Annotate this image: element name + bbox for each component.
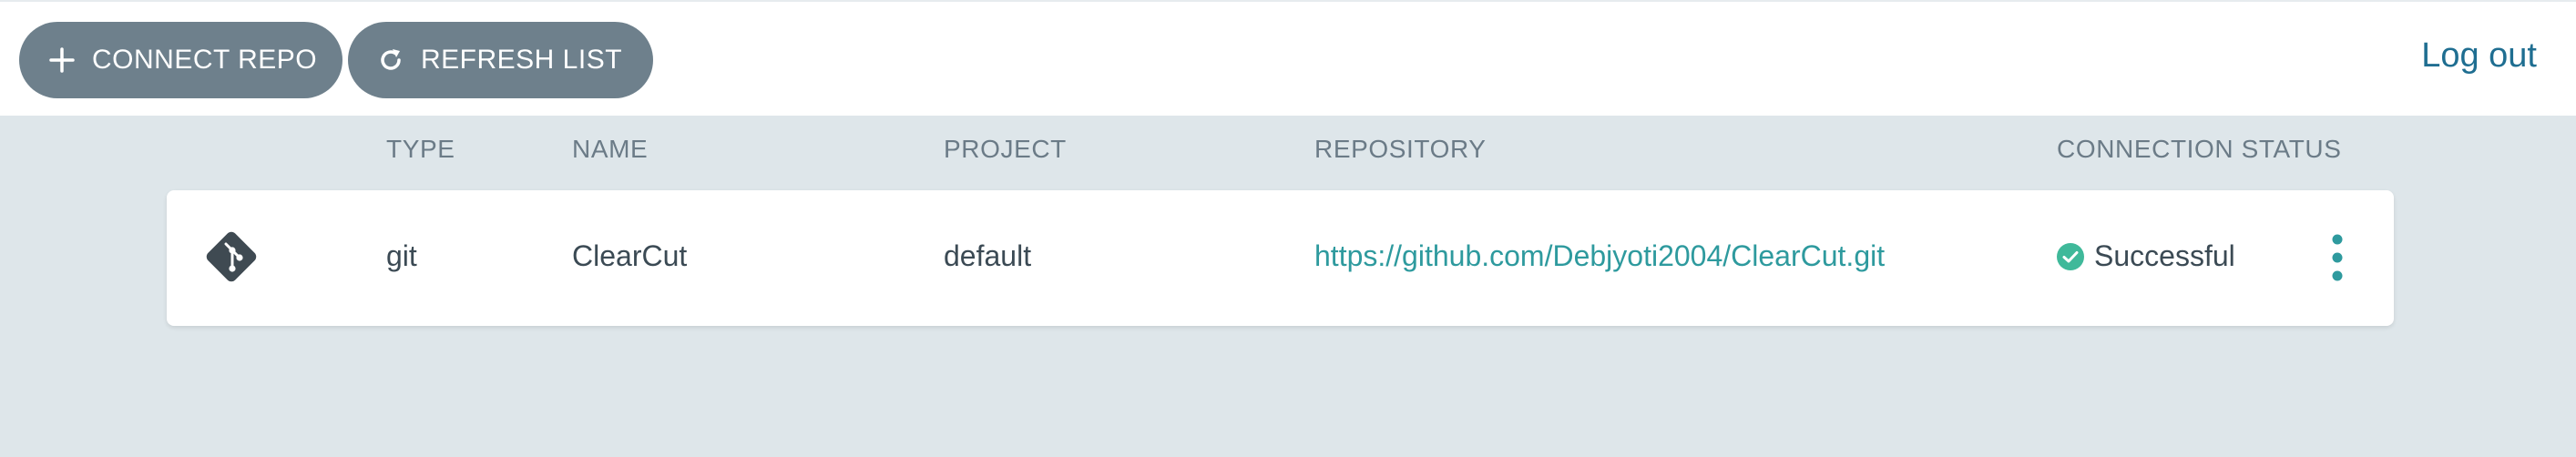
top-toolbar: CONNECT REPO REFRESH LIST Log out bbox=[0, 0, 2576, 116]
more-options-icon[interactable] bbox=[2326, 232, 2348, 283]
plus-icon bbox=[46, 45, 77, 76]
column-header-type: TYPE bbox=[386, 135, 455, 163]
refresh-list-button[interactable]: REFRESH LIST bbox=[348, 22, 653, 98]
refresh-list-label: REFRESH LIST bbox=[421, 45, 623, 75]
connect-repo-button[interactable]: CONNECT REPO bbox=[19, 22, 342, 98]
row-repository-link[interactable]: https://github.com/Debjyoti2004/ClearCut… bbox=[1314, 239, 1885, 273]
refresh-icon bbox=[375, 45, 406, 76]
check-circle-icon bbox=[2056, 242, 2085, 271]
repository-row[interactable]: git ClearCut default https://github.com/… bbox=[167, 190, 2394, 326]
row-status-label: Successful bbox=[2094, 239, 2235, 272]
row-project: default bbox=[944, 239, 1032, 272]
column-header-name: NAME bbox=[572, 135, 649, 163]
column-header-project: PROJECT bbox=[944, 135, 1067, 163]
git-icon bbox=[201, 227, 261, 287]
logout-link[interactable]: Log out bbox=[2421, 36, 2537, 76]
row-connection-status: Successful bbox=[2056, 239, 2235, 273]
connect-repo-label: CONNECT REPO bbox=[92, 45, 318, 75]
row-name: ClearCut bbox=[572, 239, 688, 272]
column-header-repository: REPOSITORY bbox=[1314, 135, 1487, 163]
column-header-connection-status: CONNECTION STATUS bbox=[2057, 135, 2342, 163]
row-type: git bbox=[386, 239, 417, 272]
